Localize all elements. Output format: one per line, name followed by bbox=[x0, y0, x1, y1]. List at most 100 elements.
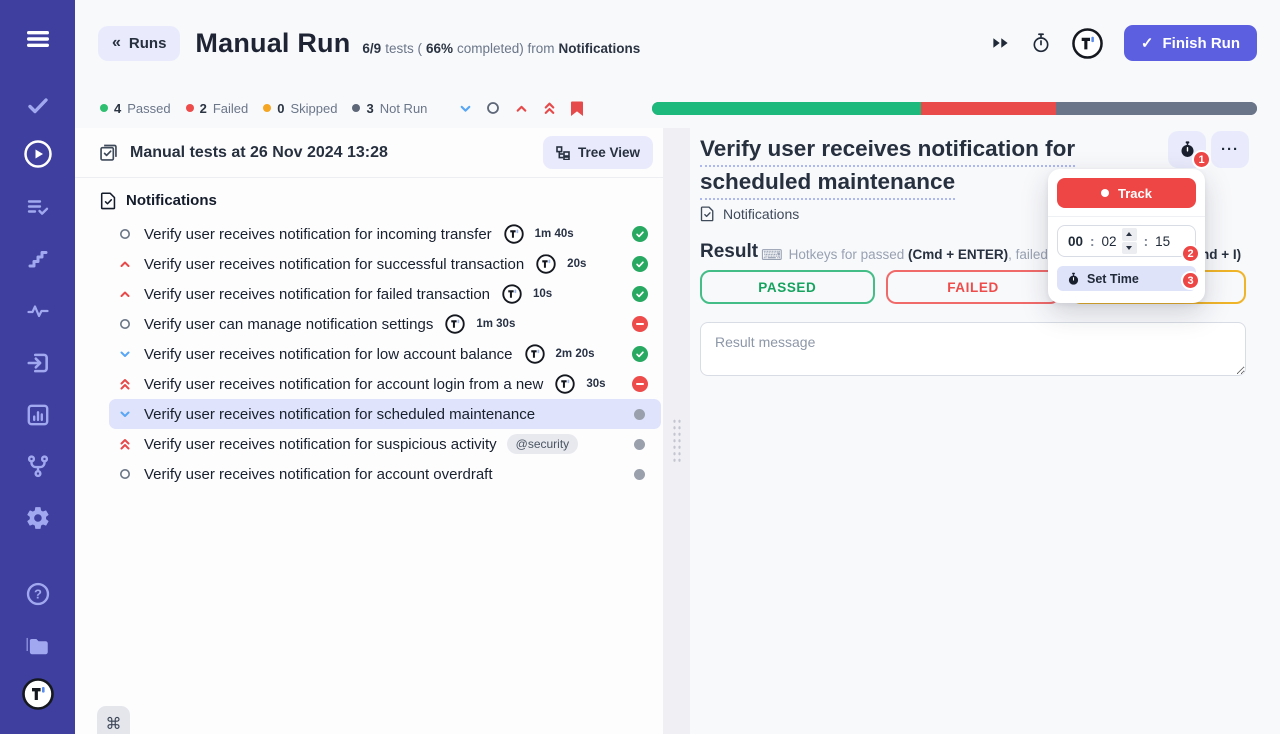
status-passed-icon bbox=[632, 346, 648, 362]
suite-folder-row[interactable]: Notifications bbox=[75, 178, 663, 219]
drag-handle-icon[interactable] bbox=[671, 418, 682, 464]
more-options-button[interactable]: ··· bbox=[1211, 131, 1249, 168]
stat-item[interactable]: 2 Failed bbox=[185, 101, 248, 116]
tree-view-button[interactable]: Tree View bbox=[542, 136, 653, 169]
test-duration: 30s bbox=[586, 378, 606, 390]
annotation-badge-1: 1 bbox=[1192, 150, 1211, 169]
priority-normal-icon bbox=[118, 318, 132, 330]
priority-normal-icon bbox=[118, 228, 132, 240]
tests-fraction: 6/9 bbox=[362, 40, 382, 56]
svg-text:?: ? bbox=[34, 587, 42, 602]
document-check-icon bbox=[100, 192, 116, 210]
failed-button[interactable]: FAILED bbox=[885, 270, 1061, 304]
testomat-logo-icon[interactable] bbox=[1072, 27, 1103, 59]
record-dot-icon bbox=[1101, 189, 1109, 197]
test-row[interactable]: Verify user receives notification for su… bbox=[109, 249, 661, 279]
projects-folder-icon[interactable] bbox=[21, 628, 55, 662]
testomat-logo-icon bbox=[445, 314, 466, 334]
pulse-icon[interactable] bbox=[21, 294, 55, 328]
circle-icon[interactable] bbox=[484, 99, 502, 117]
priority-low-icon bbox=[118, 408, 132, 420]
stat-dot-icon bbox=[263, 104, 272, 112]
status-failed-icon bbox=[632, 316, 648, 332]
stopwatch-gear-icon bbox=[1068, 272, 1079, 285]
test-row[interactable]: Verify user can manage notification sett… bbox=[109, 309, 661, 339]
bookmark-icon[interactable] bbox=[568, 99, 586, 117]
run-progress-bar bbox=[652, 101, 1257, 115]
annotation-badge-2: 2 bbox=[1181, 244, 1200, 263]
steps-icon[interactable] bbox=[21, 242, 55, 276]
document-check-icon bbox=[700, 206, 714, 222]
menu-icon[interactable] bbox=[21, 22, 55, 56]
time-input[interactable]: 00 : 02 : 15 bbox=[1057, 225, 1196, 257]
suite-folder-label: Notifications bbox=[126, 192, 217, 209]
percent-complete: 66% bbox=[425, 40, 453, 56]
chevrons-left-icon: « bbox=[112, 34, 121, 51]
test-row[interactable]: Verify user receives notification for ac… bbox=[109, 369, 661, 399]
tests-check-icon[interactable] bbox=[21, 88, 55, 122]
priority-low-icon bbox=[118, 348, 132, 360]
test-duration: 20s bbox=[567, 258, 587, 270]
status-failed-icon bbox=[632, 376, 648, 392]
test-tag[interactable]: @security bbox=[506, 434, 579, 454]
minutes-stepper[interactable] bbox=[1121, 228, 1137, 254]
test-row[interactable]: Verify user receives notification for in… bbox=[109, 219, 661, 249]
run-list-title: Manual tests at 26 Nov 2024 13:28 bbox=[130, 143, 388, 161]
test-row[interactable]: Verify user receives notification for sc… bbox=[109, 399, 661, 429]
test-list-panel: Manual tests at 26 Nov 2024 13:28 Tree V… bbox=[75, 128, 663, 734]
passed-button[interactable]: PASSED bbox=[700, 270, 875, 304]
test-plan-icon[interactable] bbox=[21, 190, 55, 224]
chevron-up-icon[interactable] bbox=[512, 99, 530, 117]
stat-dot-icon bbox=[185, 104, 194, 112]
status-passed-icon bbox=[632, 226, 648, 242]
testomat-logo-icon bbox=[503, 224, 524, 244]
settings-gear-icon[interactable] bbox=[21, 501, 55, 535]
back-to-runs-button[interactable]: « Runs bbox=[98, 25, 181, 61]
hours-value[interactable]: 00 bbox=[1068, 234, 1083, 249]
detail-suite-row[interactable]: Notifications bbox=[700, 205, 799, 222]
stat-item[interactable]: 4 Passed bbox=[100, 101, 171, 116]
help-icon[interactable]: ? bbox=[21, 577, 55, 611]
track-button[interactable]: Track bbox=[1057, 178, 1196, 208]
tree-view-label: Tree View bbox=[577, 145, 640, 160]
testomat-logo-icon[interactable] bbox=[21, 677, 55, 711]
test-row[interactable]: Verify user receives notification for fa… bbox=[109, 279, 661, 309]
finish-run-button[interactable]: ✓ Finish Run bbox=[1123, 25, 1257, 61]
test-row[interactable]: Verify user receives notification for ac… bbox=[109, 459, 661, 489]
command-palette-button[interactable]: ⌘ bbox=[97, 706, 130, 734]
test-duration: 2m 20s bbox=[555, 348, 595, 360]
panel-splitter[interactable] bbox=[663, 128, 690, 734]
set-time-label: Set Time bbox=[1087, 271, 1139, 286]
result-message-input[interactable] bbox=[700, 322, 1246, 376]
stat-label: Skipped bbox=[290, 100, 338, 116]
stat-item[interactable]: 3 Not Run bbox=[352, 101, 427, 116]
testomat-logo-icon bbox=[555, 374, 576, 394]
fast-forward-icon[interactable] bbox=[991, 35, 1010, 51]
stat-label: Passed bbox=[127, 100, 171, 116]
status-notrun-icon bbox=[634, 438, 645, 450]
chevrons-up-icon[interactable] bbox=[540, 99, 558, 117]
testomat-logo-icon bbox=[536, 254, 556, 274]
result-heading: Result bbox=[700, 241, 759, 262]
import-icon[interactable] bbox=[21, 346, 55, 380]
minutes-value[interactable]: 02 bbox=[1102, 234, 1117, 249]
test-title: Verify user receives notification for ac… bbox=[144, 465, 493, 483]
run-stats: 4 Passed 2 Failed 0 Skipped 3 Not Run bbox=[100, 101, 442, 116]
test-duration: 10s bbox=[533, 288, 553, 300]
branch-icon[interactable] bbox=[21, 449, 55, 483]
runs-play-icon[interactable] bbox=[21, 137, 55, 171]
subtitle-mid: tests ( bbox=[385, 40, 422, 56]
stat-count: 4 bbox=[114, 100, 122, 116]
app-window: ? « Runs Manual Run 6/9 tests ( 66% comp… bbox=[0, 0, 1280, 734]
set-time-button[interactable]: Set Time bbox=[1057, 266, 1196, 291]
stat-item[interactable]: 0 Skipped bbox=[263, 101, 337, 116]
analytics-icon[interactable] bbox=[21, 398, 55, 432]
priority-highest-icon bbox=[118, 437, 132, 451]
annotation-badge-3: 3 bbox=[1181, 271, 1200, 290]
test-row[interactable]: Verify user receives notification for su… bbox=[109, 429, 661, 459]
test-title: Verify user receives notification for su… bbox=[144, 255, 525, 273]
chevron-down-icon[interactable] bbox=[456, 99, 474, 117]
seconds-value[interactable]: 15 bbox=[1155, 234, 1170, 249]
timer-icon[interactable] bbox=[1031, 32, 1051, 54]
test-row[interactable]: Verify user receives notification for lo… bbox=[109, 339, 661, 369]
